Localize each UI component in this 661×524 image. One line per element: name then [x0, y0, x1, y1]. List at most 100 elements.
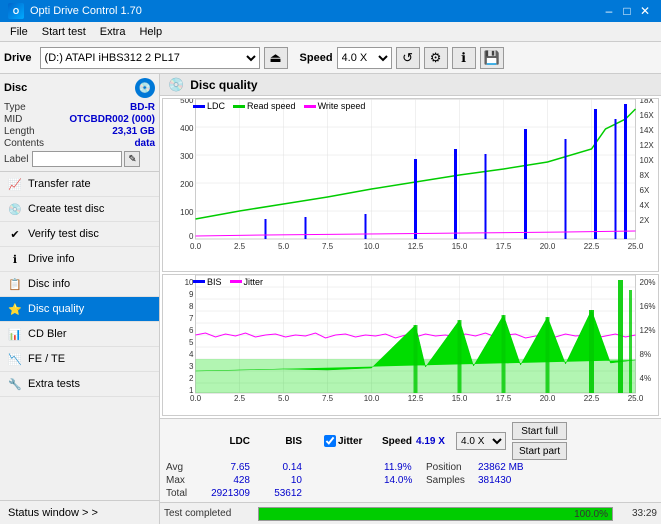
status-window[interactable]: Status window > > — [0, 500, 159, 524]
svg-text:16X: 16X — [640, 111, 655, 120]
svg-text:0.0: 0.0 — [190, 394, 202, 403]
drive-select[interactable]: (D:) ATAPI iHBS312 2 PL17 — [40, 47, 260, 69]
avg-jitter: 11.9% — [384, 462, 422, 473]
svg-text:7: 7 — [189, 314, 194, 323]
svg-text:22.5: 22.5 — [584, 394, 600, 403]
nav-transfer-rate[interactable]: 📈 Transfer rate — [0, 172, 159, 197]
svg-text:7.5: 7.5 — [322, 394, 334, 403]
status-window-label: Status window > > — [8, 507, 98, 519]
contents-label: Contents — [4, 138, 44, 149]
svg-text:4: 4 — [189, 350, 194, 359]
menu-start-test[interactable]: Start test — [36, 24, 92, 40]
svg-text:7.5: 7.5 — [322, 242, 334, 251]
max-label: Max — [166, 475, 202, 486]
nav-drive-info[interactable]: ℹ Drive info — [0, 247, 159, 272]
svg-text:16%: 16% — [640, 302, 656, 311]
mid-label: MID — [4, 114, 22, 125]
progress-label: Test completed — [164, 508, 254, 519]
info-button[interactable]: ℹ — [452, 47, 476, 69]
nav-cd-bler[interactable]: 📊 CD Bler — [0, 322, 159, 347]
stats-max-row: Max 428 10 14.0% Samples 381430 — [164, 474, 657, 487]
charts-area: LDC Read speed Write speed — [160, 96, 661, 418]
svg-text:200: 200 — [180, 180, 194, 189]
legend-read-speed: Read speed — [233, 101, 296, 111]
nav-create-test-disc[interactable]: 💿 Create test disc — [0, 197, 159, 222]
nav-transfer-rate-label: Transfer rate — [28, 178, 91, 190]
max-bis: 10 — [256, 475, 306, 486]
save-button[interactable]: 💾 — [480, 47, 504, 69]
nav-disc-info[interactable]: 📋 Disc info — [0, 272, 159, 297]
progress-percent: 100.0% — [574, 508, 608, 522]
svg-text:2X: 2X — [640, 216, 650, 225]
nav-disc-info-label: Disc info — [28, 278, 70, 290]
title-bar: O Opti Drive Control 1.70 – □ ✕ — [0, 0, 661, 22]
disc-panel: Disc 💿 Type BD-R MID OTCBDR002 (000) Len… — [0, 74, 159, 172]
disc-length-row: Length 23,31 GB — [4, 126, 155, 137]
close-button[interactable]: ✕ — [637, 3, 653, 19]
avg-ldc: 7.65 — [204, 462, 254, 473]
length-value: 23,31 GB — [112, 126, 155, 137]
disc-quality-icon: ⭐ — [8, 302, 22, 316]
start-full-button[interactable]: Start full — [512, 422, 567, 440]
nav-verify-test-disc-label: Verify test disc — [28, 228, 99, 240]
menu-bar: File Start test Extra Help — [0, 22, 661, 42]
max-jitter: 14.0% — [384, 475, 422, 486]
svg-text:12.5: 12.5 — [408, 394, 424, 403]
legend-ldc-label: LDC — [207, 101, 225, 111]
svg-text:500: 500 — [180, 99, 194, 105]
svg-text:17.5: 17.5 — [496, 394, 512, 403]
app-icon: O — [8, 3, 24, 19]
progress-time: 33:29 — [617, 508, 657, 519]
transfer-rate-icon: 📈 — [8, 177, 22, 191]
ldc-dot — [193, 105, 205, 108]
label-button[interactable]: ✎ — [124, 151, 140, 167]
top-chart-svg: 500 400 300 200 100 0 18X 16X 14X 12X 10… — [163, 99, 658, 254]
refresh-button[interactable]: ↺ — [396, 47, 420, 69]
minimize-button[interactable]: – — [601, 3, 617, 19]
svg-text:6: 6 — [189, 326, 194, 335]
disc-info-icon: 📋 — [8, 277, 22, 291]
disc-header: Disc 💿 — [4, 78, 155, 98]
svg-text:10X: 10X — [640, 156, 655, 165]
svg-text:5.0: 5.0 — [278, 242, 290, 251]
eject-button[interactable]: ⏏ — [264, 47, 288, 69]
speed-select[interactable]: 4.0 X8.0 XMax — [337, 47, 392, 69]
jitter-checkbox[interactable] — [324, 435, 336, 447]
svg-text:14X: 14X — [640, 126, 655, 135]
verify-test-disc-icon: ✔ — [8, 227, 22, 241]
svg-text:25.0: 25.0 — [628, 394, 644, 403]
drive-label: Drive — [4, 52, 32, 64]
contents-value: data — [134, 138, 155, 149]
svg-text:6X: 6X — [640, 186, 650, 195]
menu-file[interactable]: File — [4, 24, 34, 40]
nav-items: 📈 Transfer rate 💿 Create test disc ✔ Ver… — [0, 172, 159, 500]
start-part-button[interactable]: Start part — [512, 442, 567, 460]
svg-text:5: 5 — [189, 338, 194, 347]
svg-text:400: 400 — [180, 124, 194, 133]
settings-button[interactable]: ⚙ — [424, 47, 448, 69]
svg-text:20%: 20% — [640, 278, 656, 287]
label-input[interactable] — [32, 151, 122, 167]
svg-text:12.5: 12.5 — [408, 242, 424, 251]
nav-fe-te[interactable]: 📉 FE / TE — [0, 347, 159, 372]
svg-text:22.5: 22.5 — [584, 242, 600, 251]
jitter-header: Jitter — [338, 436, 372, 447]
menu-extra[interactable]: Extra — [94, 24, 132, 40]
svg-text:300: 300 — [180, 152, 194, 161]
svg-text:5.0: 5.0 — [278, 394, 290, 403]
nav-verify-test-disc[interactable]: ✔ Verify test disc — [0, 222, 159, 247]
title-bar-text: Opti Drive Control 1.70 — [30, 5, 142, 17]
nav-extra-tests[interactable]: 🔧 Extra tests — [0, 372, 159, 397]
svg-text:8: 8 — [189, 302, 194, 311]
speed-select-stats[interactable]: 4.0 X8.0 X — [456, 432, 506, 450]
main-area: Disc 💿 Type BD-R MID OTCBDR002 (000) Len… — [0, 74, 661, 524]
nav-fe-te-label: FE / TE — [28, 353, 65, 365]
disc-section-title: Disc — [4, 82, 27, 94]
nav-disc-quality[interactable]: ⭐ Disc quality — [0, 297, 159, 322]
type-label: Type — [4, 102, 26, 113]
bis-header: BIS — [256, 436, 306, 447]
menu-help[interactable]: Help — [133, 24, 168, 40]
nav-create-test-disc-label: Create test disc — [28, 203, 104, 215]
label-label: Label — [4, 154, 28, 165]
maximize-button[interactable]: □ — [619, 3, 635, 19]
